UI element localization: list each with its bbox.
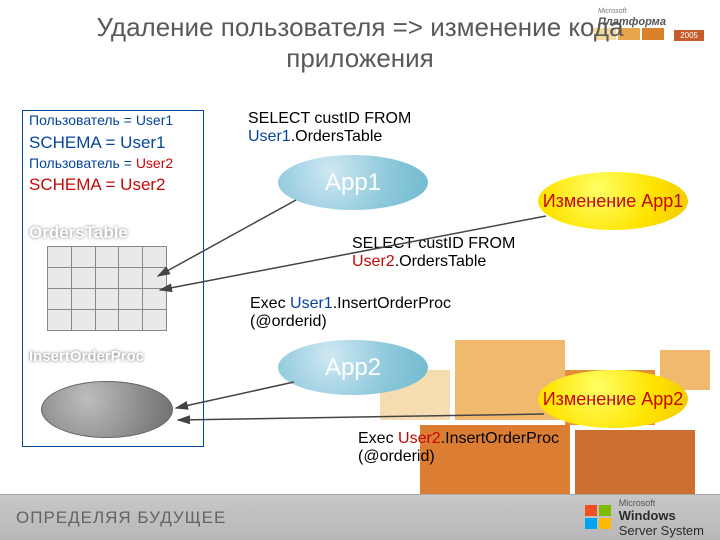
slide-title: Удаление пользователя => изменение кода … [0, 12, 720, 74]
proc-label: InsertOrderProc [29, 349, 159, 365]
app1-label: App1 [325, 169, 381, 197]
db-schema1: SCHEMA = User1 [23, 131, 203, 154]
footer-brand: Microsoft WindowsServer System [585, 498, 704, 538]
db-user1: Пользователь = User1 [23, 111, 203, 131]
footer: ОПРЕДЕЛЯЯ БУДУЩЕЕ Microsoft WindowsServe… [0, 494, 720, 540]
sql-select-1: SELECT custID FROM User1.OrdersTable [248, 110, 478, 147]
footer-tagline: ОПРЕДЕЛЯЯ БУДУЩЕЕ [16, 508, 226, 528]
footer-product: Microsoft WindowsServer System [619, 498, 704, 538]
db-schema2: SCHEMA = User2 [23, 173, 203, 196]
proc-icon [41, 381, 173, 438]
orders-table-label: OrdersTable [29, 224, 149, 242]
sql-select-2: SELECT custID FROM User2.OrdersTable [352, 235, 582, 272]
slide: Microsoft Платформа 2005 Удаление пользо… [0, 0, 720, 540]
orders-table-icon [47, 246, 167, 331]
app2-oval: App2 [278, 340, 428, 395]
sql-exec-1: Exec User1.InsertOrderProc (@orderid) [250, 295, 510, 332]
change-app1-label: Изменение App1 [543, 192, 684, 211]
app1-oval: App1 [278, 155, 428, 210]
app2-label: App2 [325, 354, 381, 382]
change-app2-oval: Изменение App2 [538, 370, 688, 428]
sql-exec-2: Exec User2.InsertOrderProc (@orderid) [358, 430, 618, 467]
database-box: Пользователь = User1 SCHEMA = User1 Поль… [22, 110, 204, 447]
windows-flag-icon [585, 505, 613, 531]
change-app1-oval: Изменение App1 [538, 172, 688, 230]
db-user2: Пользователь = User2 [23, 154, 203, 174]
change-app2-label: Изменение App2 [543, 390, 684, 409]
